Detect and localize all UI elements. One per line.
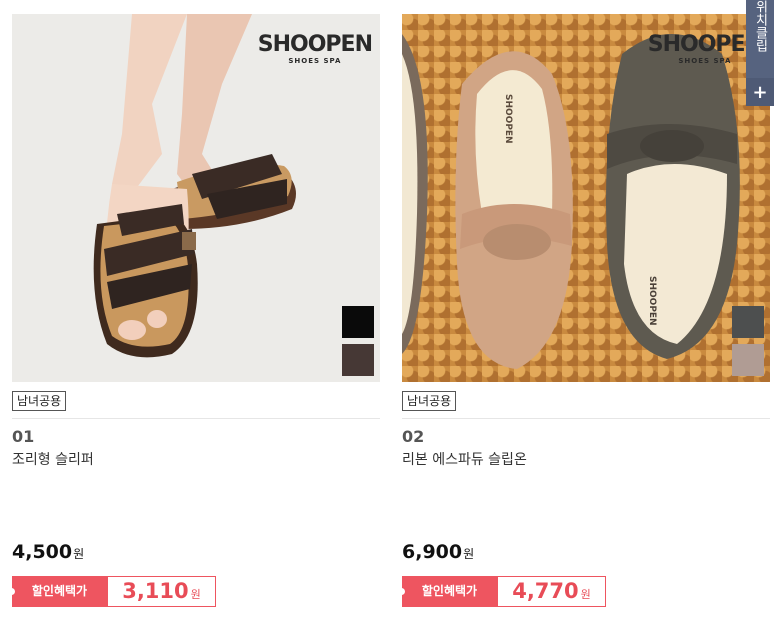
currency-unit: 원 (190, 588, 201, 601)
decorative-dot (398, 588, 405, 595)
discount-value-box: 3,110 원 (107, 576, 216, 607)
product-name[interactable]: 조리형 슬리퍼 (12, 449, 94, 469)
discount-price-box: 할인혜택가 4,770 원 (398, 576, 606, 607)
brand-logo: SHOOPEN SHOES SPA (647, 32, 763, 65)
color-swatch-beige[interactable] (732, 344, 764, 376)
product-card[interactable]: SHOOPEN SHOES SPA 남녀공용 01 조리형 슬리퍼 4,500원… (8, 0, 382, 607)
slip-on-photo-illustration: SHOOPEN SHOOPEN (402, 34, 740, 369)
discount-price: 3,110 (122, 579, 189, 603)
divider (12, 418, 380, 419)
discount-price-box: 할인혜택가 3,110 원 (8, 576, 216, 607)
discount-label: 할인혜택가 (12, 576, 107, 607)
color-swatch-black[interactable] (342, 306, 374, 338)
price-value: 4,500 (12, 541, 73, 563)
product-price: 6,900원 (402, 541, 474, 563)
product-image[interactable]: SHOOPEN SHOES SPA (12, 14, 380, 382)
discount-value-box: 4,770 원 (497, 576, 606, 607)
product-number: 01 (12, 427, 35, 446)
product-price: 4,500원 (12, 541, 84, 563)
currency-unit: 원 (463, 547, 475, 561)
product-image[interactable]: SHOOPEN SHOOPEN SHOOPEN SHOES SPA (402, 14, 770, 382)
unisex-badge: 남녀공용 (402, 391, 457, 411)
sandal-photo-illustration (12, 14, 380, 382)
unisex-badge: 남녀공용 (12, 391, 67, 411)
currency-unit: 원 (73, 547, 85, 561)
product-name[interactable]: 리본 에스파듀 슬립온 (402, 449, 527, 469)
currency-unit: 원 (580, 588, 591, 601)
discount-label: 할인혜택가 (402, 576, 497, 607)
brand-logo: SHOOPEN SHOES SPA (257, 32, 373, 65)
side-clip-panel[interactable]: 위치클립 + (746, 0, 774, 106)
product-card[interactable]: SHOOPEN SHOOPEN SHOOPEN SHOES SPA 남녀공용 0… (398, 0, 772, 607)
divider (402, 418, 770, 419)
plus-icon[interactable]: + (746, 80, 774, 106)
discount-price: 4,770 (512, 579, 579, 603)
price-value: 6,900 (402, 541, 463, 563)
product-number: 02 (402, 427, 425, 446)
side-panel-label[interactable]: 위치클립 (746, 0, 774, 78)
color-swatch-grey[interactable] (732, 306, 764, 338)
svg-text:SHOOPEN: SHOOPEN (503, 94, 513, 144)
decorative-dot (8, 588, 15, 595)
color-swatch-brown[interactable] (342, 344, 374, 376)
svg-text:SHOOPEN: SHOOPEN (647, 276, 657, 326)
